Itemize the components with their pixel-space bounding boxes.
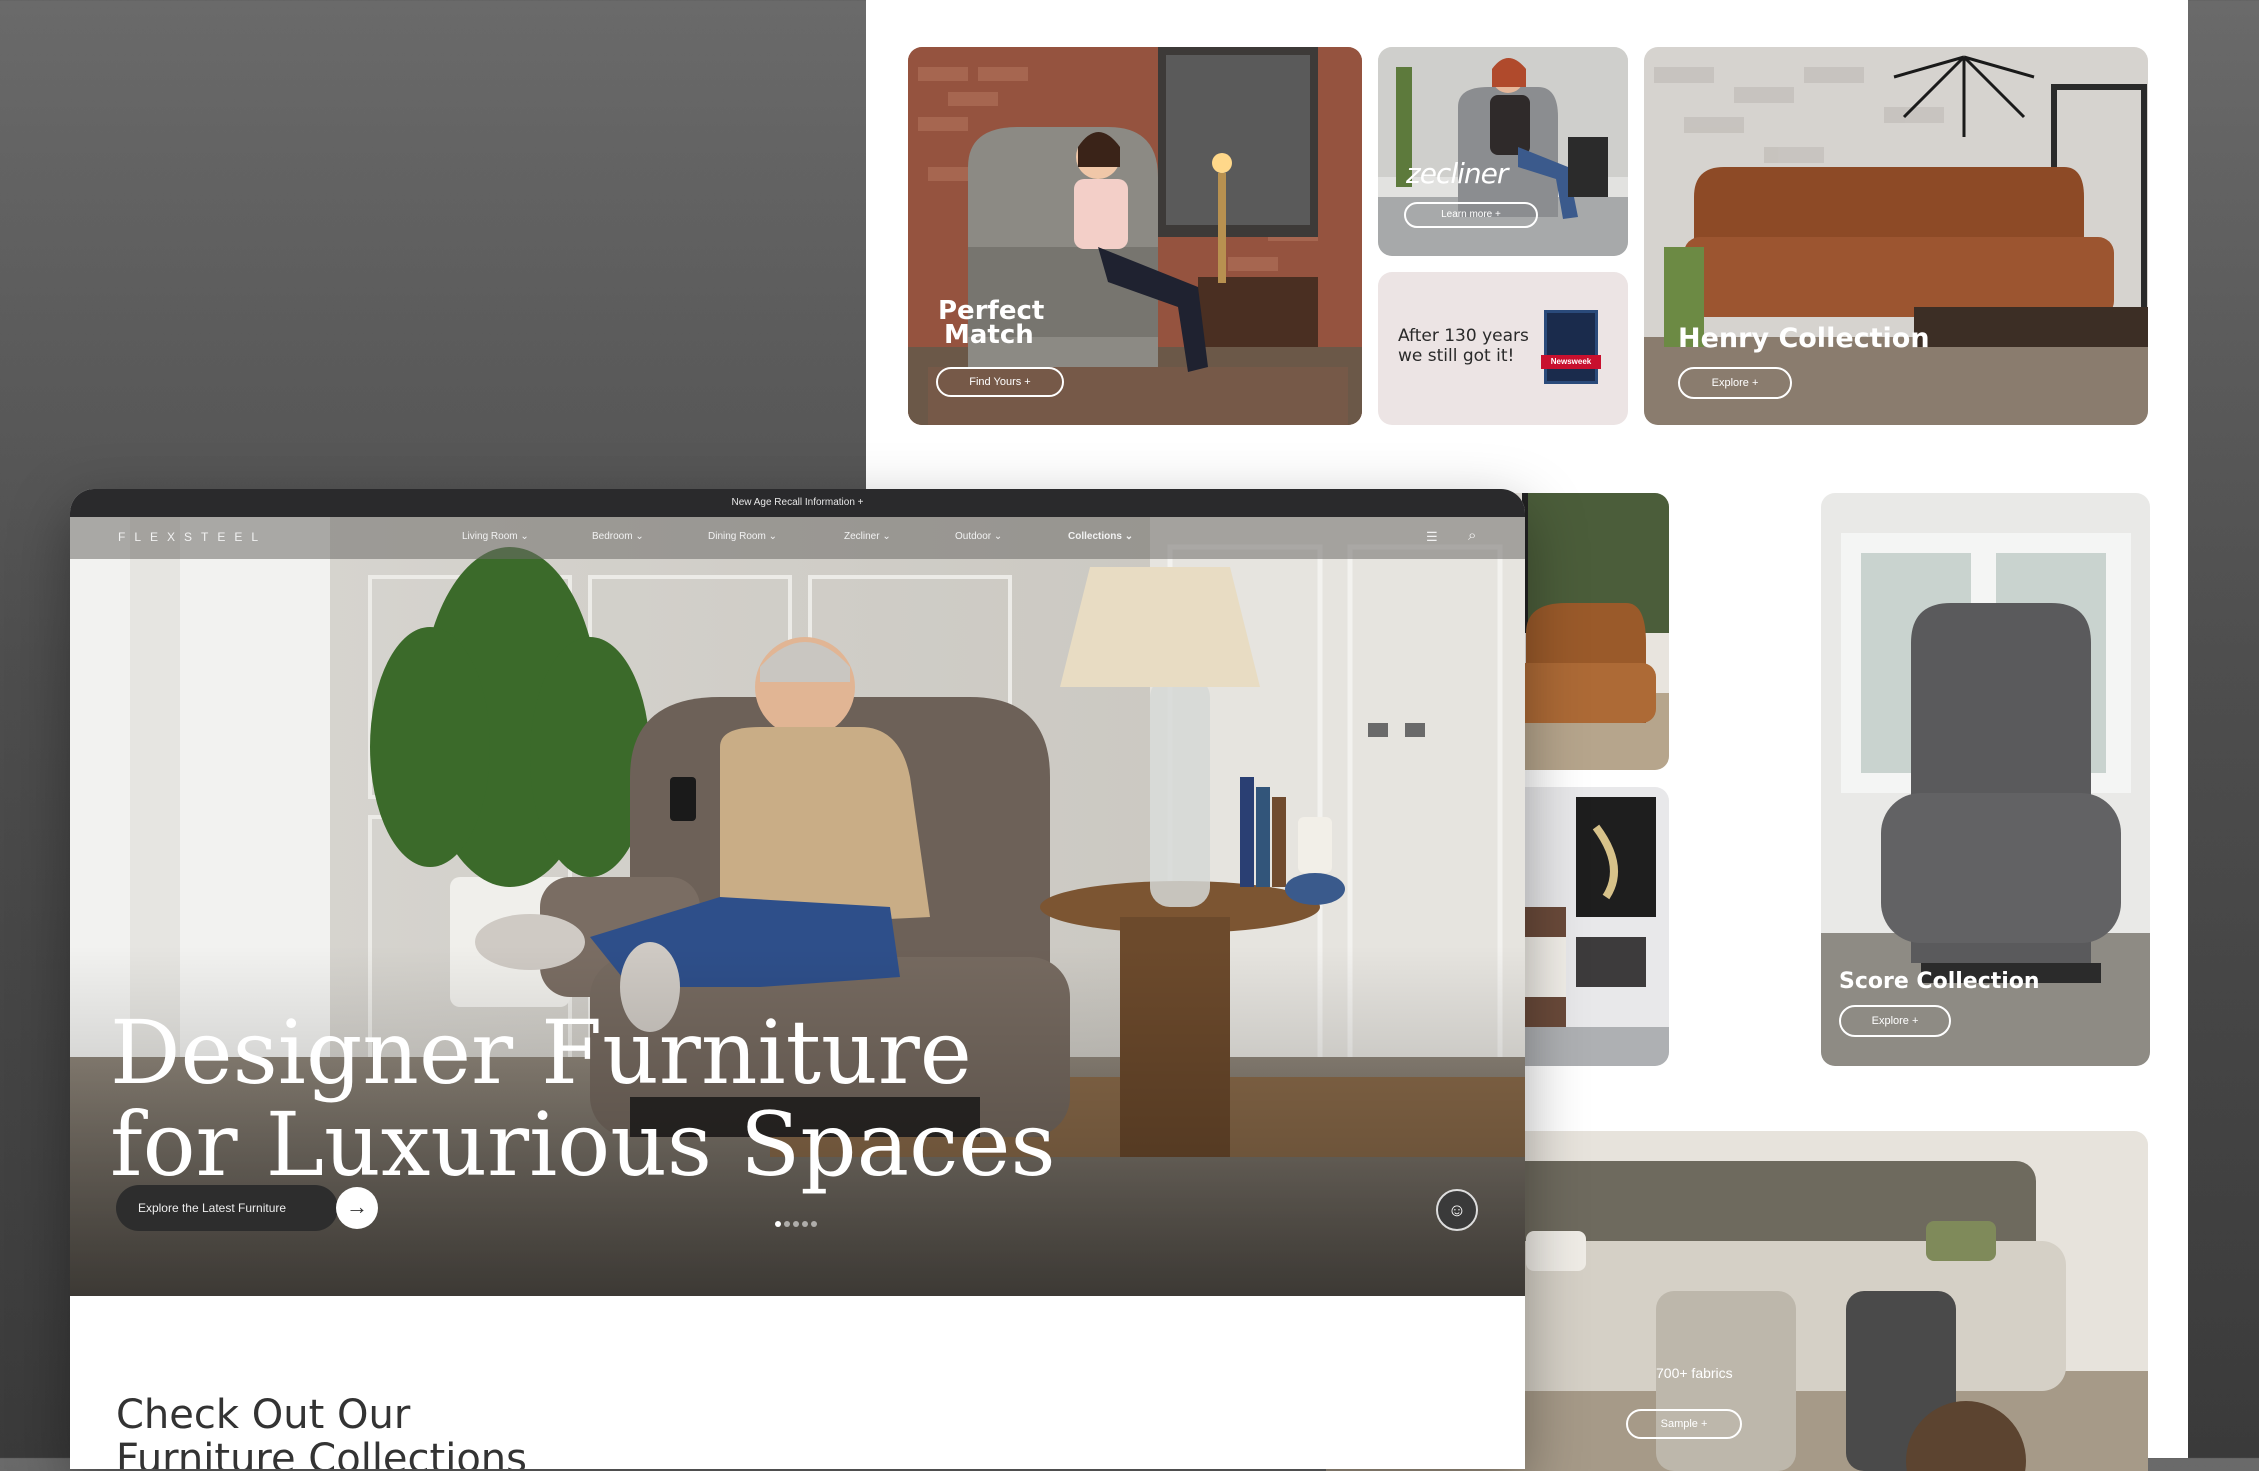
- carousel-dots: [775, 1214, 820, 1232]
- nav-item-dining-room[interactable]: Dining Room ⌄: [708, 531, 777, 542]
- explore-latest-button[interactable]: Explore the Latest Furniture: [116, 1185, 338, 1231]
- sample-button[interactable]: Sample +: [1626, 1409, 1742, 1439]
- nav-item-label: Dining Room: [708, 531, 766, 542]
- score-collection-title: Score Collection: [1839, 969, 2040, 994]
- chat-icon[interactable]: ☺: [1436, 1189, 1478, 1231]
- nav-item-label: Collections: [1068, 531, 1122, 542]
- fabrics-caption: 700+ fabrics: [1656, 1365, 1733, 1381]
- perfect-match-title-2: Match: [944, 320, 1034, 350]
- chevron-down-icon: ⌄: [1124, 531, 1134, 542]
- chevron-down-icon: ⌄: [768, 531, 777, 542]
- perfect-match-card[interactable]: Perfect Match Find Yours +: [908, 47, 1362, 425]
- main-nav: FLEXSTEEL Living Room ⌄ Bedroom ⌄ Dining…: [70, 517, 1525, 559]
- nav-item-zecliner[interactable]: Zecliner ⌄: [844, 531, 891, 542]
- nav-item-label: Outdoor: [955, 531, 992, 542]
- newsweek-text-2: we still got it!: [1398, 346, 1515, 366]
- carousel-dot[interactable]: [793, 1221, 799, 1227]
- chevron-down-icon: ⌄: [882, 531, 891, 542]
- newsweek-award-badge: Newsweek: [1541, 310, 1601, 384]
- nav-item-label: Living Room: [462, 531, 518, 542]
- newsweek-text-1: After 130 years: [1398, 326, 1529, 346]
- nav-item-label: Zecliner: [844, 531, 880, 542]
- section-title-line-2: Furniture Collections: [116, 1436, 527, 1469]
- score-collection-card[interactable]: Score Collection Explore +: [1821, 493, 2150, 1066]
- carousel-dot[interactable]: [775, 1221, 781, 1227]
- zecliner-logo: zecliner: [1406, 157, 1508, 190]
- hero-headline-line-2: for Luxurious Spaces: [110, 1093, 1056, 1196]
- hero-section: FLEXSTEEL Living Room ⌄ Bedroom ⌄ Dining…: [70, 517, 1525, 1296]
- chevron-down-icon: ⌄: [993, 531, 1003, 542]
- menu-icon[interactable]: ☰: [1426, 529, 1438, 545]
- zecliner-card[interactable]: zecliner Learn more +: [1378, 47, 1628, 256]
- announcement-text[interactable]: New Age Recall Information +: [731, 497, 863, 508]
- main-browser-window: New Age Recall Information + FLEXSTEEL L…: [70, 489, 1525, 1469]
- learn-more-button[interactable]: Learn more +: [1404, 202, 1538, 228]
- brand-logo[interactable]: FLEXSTEEL: [118, 530, 267, 544]
- section-title-line-1: Check Out Our: [116, 1392, 411, 1438]
- henry-explore-button[interactable]: Explore +: [1678, 367, 1792, 399]
- search-icon[interactable]: ⌕: [1468, 527, 1476, 544]
- find-yours-button[interactable]: Find Yours +: [936, 367, 1064, 397]
- nav-item-collections[interactable]: Collections ⌄: [1068, 531, 1133, 542]
- carousel-dot[interactable]: [802, 1221, 808, 1227]
- chevron-down-icon: ⌄: [520, 531, 529, 542]
- nav-item-bedroom[interactable]: Bedroom ⌄: [592, 531, 644, 542]
- carousel-dot[interactable]: [811, 1221, 817, 1227]
- carousel-dot[interactable]: [784, 1221, 790, 1227]
- nav-item-outdoor[interactable]: Outdoor ⌄: [955, 531, 1002, 542]
- announcement-bar[interactable]: New Age Recall Information +: [70, 489, 1525, 517]
- henry-collection-card[interactable]: Henry Collection Explore +: [1644, 47, 2148, 425]
- nav-item-label: Bedroom: [592, 531, 633, 542]
- chevron-down-icon: ⌄: [635, 531, 644, 542]
- score-explore-button[interactable]: Explore +: [1839, 1005, 1951, 1037]
- hero-headline: Designer Furniture for Luxurious Spaces: [110, 1007, 1070, 1191]
- arrow-right-icon[interactable]: →: [336, 1187, 378, 1229]
- newsweek-card: After 130 years we still got it! Newswee…: [1378, 272, 1628, 425]
- hero-headline-line-1: Designer Furniture: [110, 1001, 972, 1104]
- henry-collection-title: Henry Collection: [1678, 323, 1930, 354]
- newsweek-badge-label: Newsweek: [1541, 355, 1601, 369]
- nav-item-living-room[interactable]: Living Room ⌄: [462, 531, 529, 542]
